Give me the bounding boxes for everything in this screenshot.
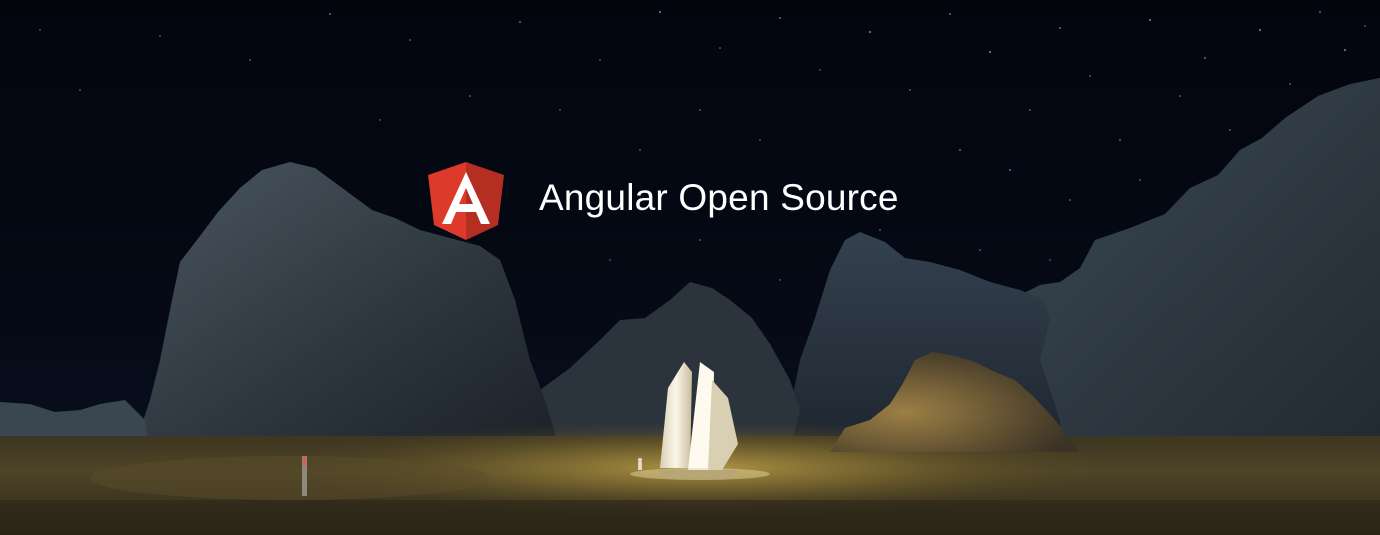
angular-shield-icon (428, 162, 504, 240)
page-title: Angular Open Source (539, 176, 899, 218)
distant-post (302, 456, 307, 496)
hero-banner: Angular Open Source (0, 0, 1380, 535)
brand-lockup: Angular Open Source (428, 162, 899, 240)
small-figure (637, 457, 643, 470)
night-desert-landscape (0, 0, 1380, 535)
